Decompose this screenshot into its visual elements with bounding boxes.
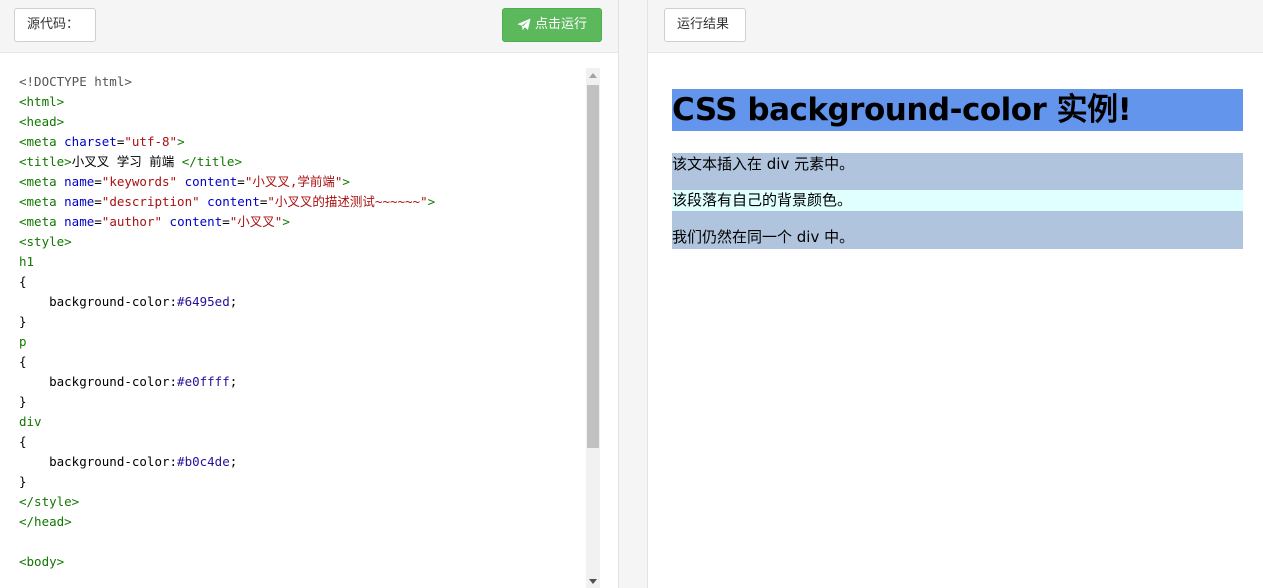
source-panel: 源代码： 点击运行 <!DOCTYPE html> <html> <head> <me… — [0, 0, 618, 588]
code-editor[interactable]: <!DOCTYPE html> <html> <head> <meta charset… — [0, 53, 600, 588]
scroll-thumb[interactable] — [587, 85, 599, 448]
result-heading: CSS background-color 实例! — [672, 89, 1243, 131]
code-scrollbar[interactable] — [586, 68, 600, 588]
code-line: <html> — [19, 94, 65, 109]
result-button[interactable]: 运行结果 — [664, 8, 746, 42]
code-line: <style> — [19, 234, 72, 249]
result-preview: CSS background-color 实例! 该文本插入在 div 元素中。… — [672, 53, 1243, 249]
code-line: <meta name="keywords" content="小叉叉,学前端"> — [19, 174, 350, 189]
code-line: background-color:#6495ed; — [19, 294, 238, 309]
code-line: background-color:#e0ffff; — [19, 374, 238, 389]
code-line: <meta charset="utf-8"> — [19, 134, 185, 149]
scroll-up-button[interactable] — [586, 68, 600, 82]
arrow-down-icon — [589, 578, 597, 584]
code-line: <title>小叉叉 学习 前端 </title> — [19, 154, 242, 169]
div-text: 该文本插入在 div 元素中。 — [672, 155, 855, 173]
code-line: <body> — [19, 554, 65, 569]
code-line: p — [19, 334, 27, 349]
result-panel: 运行结果 CSS background-color 实例! 该文本插入在 div… — [648, 0, 1263, 588]
run-button[interactable]: 点击运行 — [502, 8, 602, 42]
run-button-label: 点击运行 — [534, 17, 587, 32]
code-line: { — [19, 274, 27, 289]
code-line: </head> — [19, 514, 72, 529]
code-content[interactable]: <!DOCTYPE html> <html> <head> <meta charset… — [19, 72, 435, 572]
code-line: { — [19, 354, 27, 369]
code-line: } — [19, 394, 27, 409]
paper-plane-icon — [517, 18, 531, 31]
div-text-2: 我们仍然在同一个 div 中。 — [672, 228, 855, 246]
result-toolbar: 运行结果 — [648, 0, 1263, 53]
code-line: div — [19, 414, 42, 429]
code-line: <head> — [19, 114, 65, 129]
code-line: <meta name="author" content="小叉叉"> — [19, 214, 290, 229]
code-line: <meta name="description" content="小叉叉的描述… — [19, 194, 436, 209]
code-line: } — [19, 474, 27, 489]
scroll-down-button[interactable] — [586, 574, 600, 588]
code-line: } — [19, 314, 27, 329]
code-line: </style> — [19, 494, 80, 509]
panel-divider[interactable] — [618, 0, 648, 588]
code-line: h1 — [19, 254, 35, 269]
arrow-up-icon — [589, 72, 597, 78]
code-line: { — [19, 434, 27, 449]
source-toolbar: 源代码： 点击运行 — [0, 0, 618, 53]
code-line: <!DOCTYPE html> — [19, 74, 132, 89]
result-div: 该文本插入在 div 元素中。 该段落有自己的背景颜色。 我们仍然在同一个 di… — [672, 153, 1243, 249]
code-line: background-color:#b0c4de; — [19, 454, 238, 469]
source-code-button[interactable]: 源代码： — [14, 8, 96, 42]
paragraph-text: 该段落有自己的背景颜色。 — [672, 190, 1243, 211]
